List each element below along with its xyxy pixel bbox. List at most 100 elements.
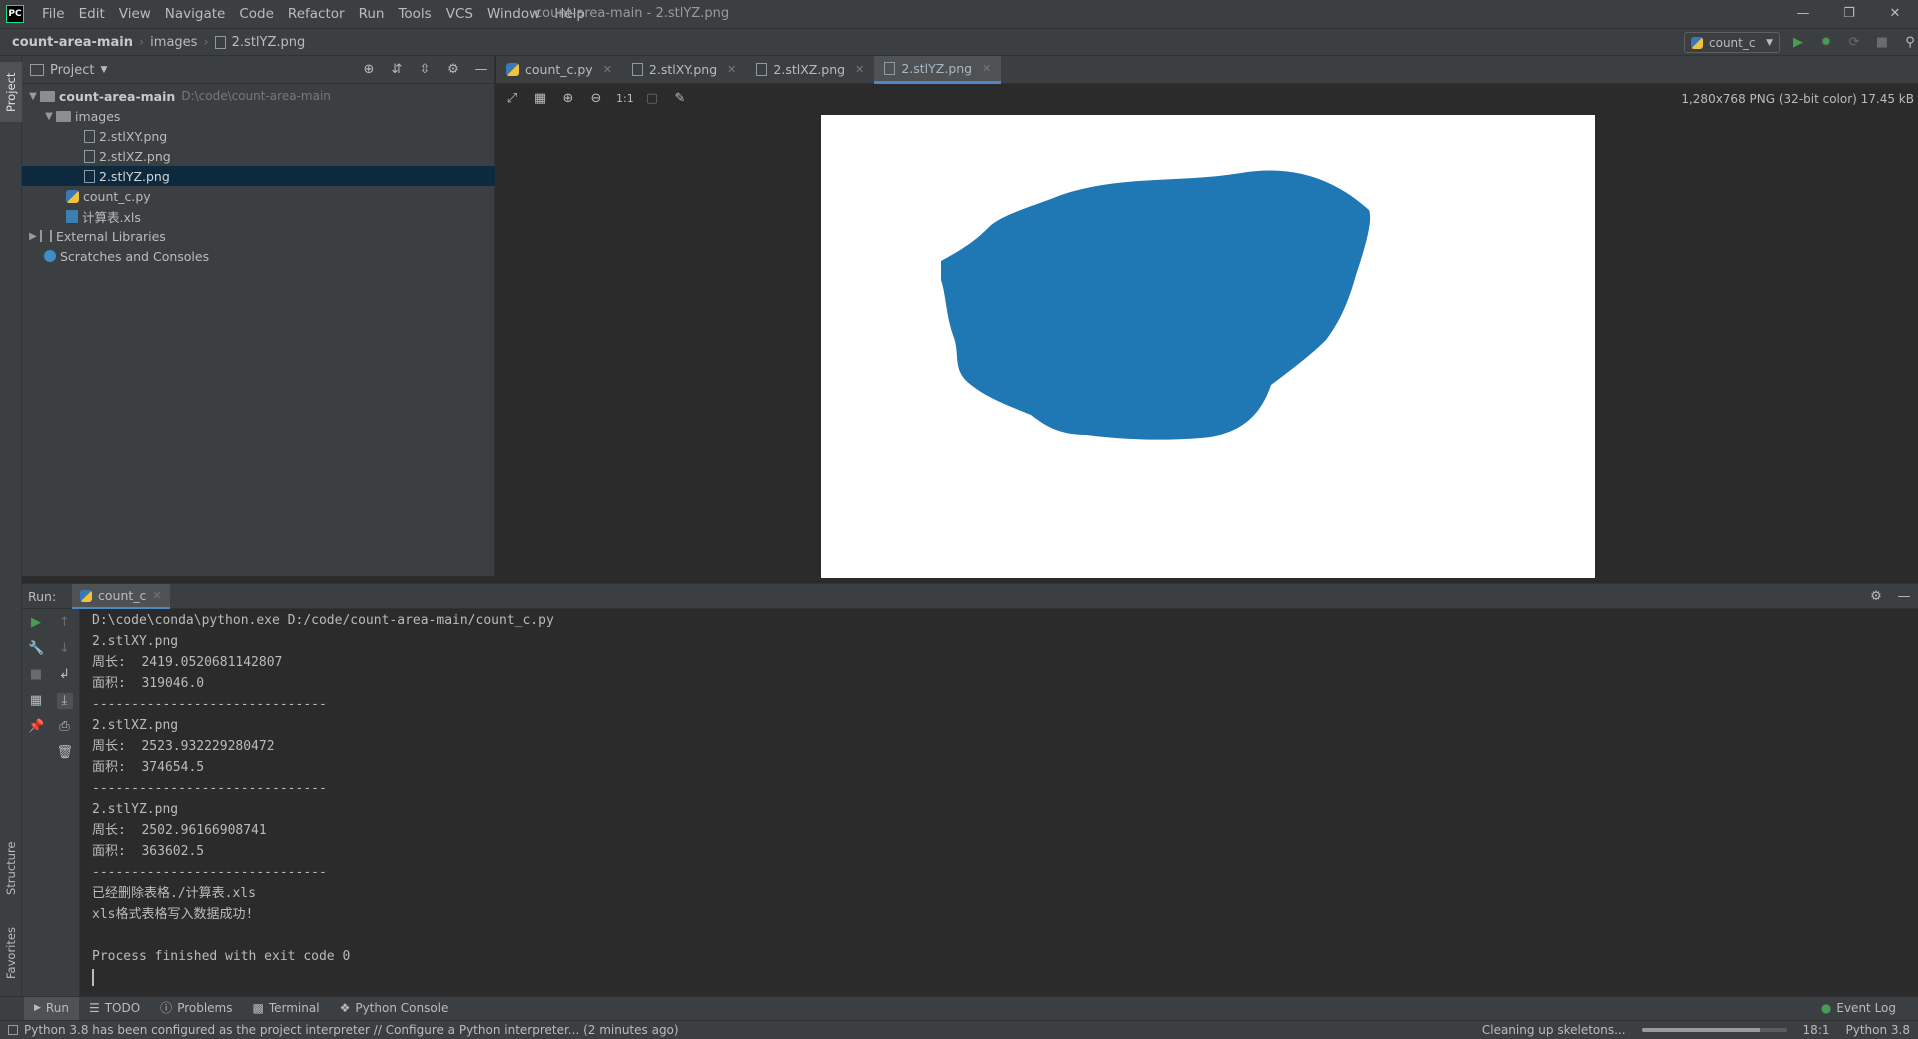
bottom-tab-label: Terminal [268,1001,320,1015]
tree-item-path: D:\code\count-area-main [181,89,331,103]
menu-tools[interactable]: Tools [391,0,438,28]
background-icon[interactable]: ▢ [644,91,660,107]
event-log-label: Event Log [1836,1001,1896,1015]
close-icon[interactable]: ✕ [603,63,612,76]
close-icon[interactable]: ✕ [727,63,736,76]
wrench-icon[interactable]: 🔧 [28,641,44,657]
chevron-down-icon[interactable]: ▼ [26,91,40,102]
tree-item-external-libraries[interactable]: ▶ External Libraries [22,226,495,246]
pin-icon[interactable]: 📌 [28,719,44,735]
tree-item-file[interactable]: 2.stlXY.png [22,126,495,146]
bottom-tab-run[interactable]: ▶ Run [24,997,79,1020]
print-icon[interactable]: ⎙ [57,719,73,735]
tab-count-c-py[interactable]: count_c.py ✕ [496,56,622,84]
actual-size-button[interactable]: 1:1 [616,91,634,107]
hide-panel-icon[interactable]: — [1896,589,1912,605]
tab-label: 2.stlXZ.png [773,62,846,77]
menu-vcs[interactable]: VCS [439,0,480,28]
menu-edit[interactable]: Edit [72,0,112,28]
debug-icon[interactable]: ✹ [1818,35,1834,51]
restore-icon[interactable]: ❐ [1826,0,1872,28]
zoom-out-icon[interactable]: ⊖ [588,91,604,107]
collapse-all-icon[interactable]: ⇳ [417,62,433,78]
run-icon[interactable]: ▶ [1790,35,1806,51]
fit-zoom-icon[interactable]: ⤢ [504,91,520,107]
bottom-tab-problems[interactable]: ⓘ Problems [150,997,242,1020]
image-file-icon [84,129,95,143]
tab-stlxz[interactable]: 2.stlXZ.png ✕ [746,56,874,84]
tree-item-scratches[interactable]: Scratches and Consoles [22,246,495,266]
coverage-icon[interactable]: ⟳ [1846,35,1862,51]
menu-refactor[interactable]: Refactor [281,0,352,28]
python-interpreter[interactable]: Python 3.8 [1846,1023,1911,1037]
tool-window-favorites[interactable]: Favorites [0,916,22,991]
status-right: Cleaning up skeletons... 18:1 Python 3.8 [1482,1021,1910,1039]
arrow-up-icon[interactable]: ↑ [57,615,73,631]
info-icon: ⓘ [160,1001,173,1015]
search-icon[interactable]: ⚲ [1902,35,1918,51]
breadcrumb-project[interactable]: count-area-main [12,35,133,50]
arrow-down-icon[interactable]: ↓ [57,641,73,657]
tool-window-structure[interactable]: Structure [0,831,22,906]
breadcrumb-file[interactable]: 2.stlYZ.png [232,35,306,50]
close-icon[interactable]: ✕ [152,589,161,602]
bottom-tab-terminal[interactable]: ▩ Terminal [243,997,330,1020]
close-icon[interactable]: ✕ [855,63,864,76]
project-panel: Project ▼ ⊕ ⇵ ⇳ ⚙ — ▼ count-area-main D:… [22,56,495,576]
stop-icon[interactable]: ■ [28,667,44,683]
run-tab-count-c[interactable]: count_c ✕ [72,584,170,609]
bottom-tab-todo[interactable]: ☰ TODO [79,997,150,1020]
image-file-icon [756,63,768,76]
tree-item-project-root[interactable]: ▼ count-area-main D:\code\count-area-mai… [22,86,495,106]
layout-icon[interactable]: ▦ [28,693,44,709]
tab-stlxy[interactable]: 2.stlXY.png ✕ [622,56,746,84]
tab-stlyz[interactable]: 2.stlYZ.png ✕ [874,55,1002,84]
menu-navigate[interactable]: Navigate [158,0,233,28]
rerun-icon[interactable]: ▶ [28,615,44,631]
hide-panel-icon[interactable]: — [473,62,489,78]
locate-icon[interactable]: ⊕ [361,62,377,78]
background-task-label[interactable]: Cleaning up skeletons... [1482,1023,1626,1037]
stop-icon[interactable]: ■ [1874,35,1890,51]
python-icon [80,589,92,602]
soft-wrap-icon[interactable]: ↲ [57,667,73,683]
background-task-progress [1641,1028,1787,1032]
run-console-output[interactable]: D:\code\conda\python.exe D:/code/count-a… [80,609,1918,996]
status-message[interactable]: Python 3.8 has been configured as the pr… [8,1021,679,1039]
menu-run[interactable]: Run [352,0,392,28]
gear-icon[interactable]: ⚙ [1868,589,1884,605]
color-picker-icon[interactable]: ✎ [672,91,688,107]
event-log-tab[interactable]: ● Event Log [1821,997,1896,1020]
run-panel-header: Run: count_c ✕ ⚙ — [22,583,1918,609]
minimize-icon[interactable]: — [1780,0,1826,28]
chevron-down-icon[interactable]: ▼ [42,111,56,122]
scroll-to-end-icon[interactable]: ⤓ [56,693,73,709]
tree-item-images[interactable]: ▼ images [22,106,495,126]
tree-item-file[interactable]: count_c.py [22,186,495,206]
chevron-right-icon[interactable]: ▶ [26,231,40,242]
menu-file[interactable]: File [35,0,72,28]
trash-icon[interactable]: 🗑 [57,745,74,761]
breadcrumb-folder[interactable]: images [150,35,197,50]
text-caret [92,969,94,986]
menu-view[interactable]: View [112,0,158,28]
close-icon[interactable]: ✕ [1872,0,1918,28]
close-icon[interactable]: ✕ [982,62,991,75]
menu-code[interactable]: Code [232,0,281,28]
grid-icon[interactable]: ▦ [532,91,548,107]
console-input-line[interactable] [92,967,1906,988]
tree-item-file-selected[interactable]: 2.stlYZ.png [22,166,495,186]
gear-icon[interactable]: ⚙ [445,62,461,78]
run-configuration-select[interactable]: count_c ▼ [1684,32,1780,53]
zoom-in-icon[interactable]: ⊕ [560,91,576,107]
bottom-tab-python-console[interactable]: ❖ Python Console [330,997,459,1020]
console-line: ------------------------------ [92,865,327,880]
tree-item-file[interactable]: 计算表.xls [22,206,495,226]
image-canvas [821,115,1595,578]
tool-window-project[interactable]: Project [0,62,22,122]
console-line: ------------------------------ [92,697,327,712]
tree-item-file[interactable]: 2.stlXZ.png [22,146,495,166]
expand-all-icon[interactable]: ⇵ [389,62,405,78]
caret-position[interactable]: 18:1 [1803,1023,1830,1037]
project-view-select[interactable]: Project ▼ [30,56,107,84]
